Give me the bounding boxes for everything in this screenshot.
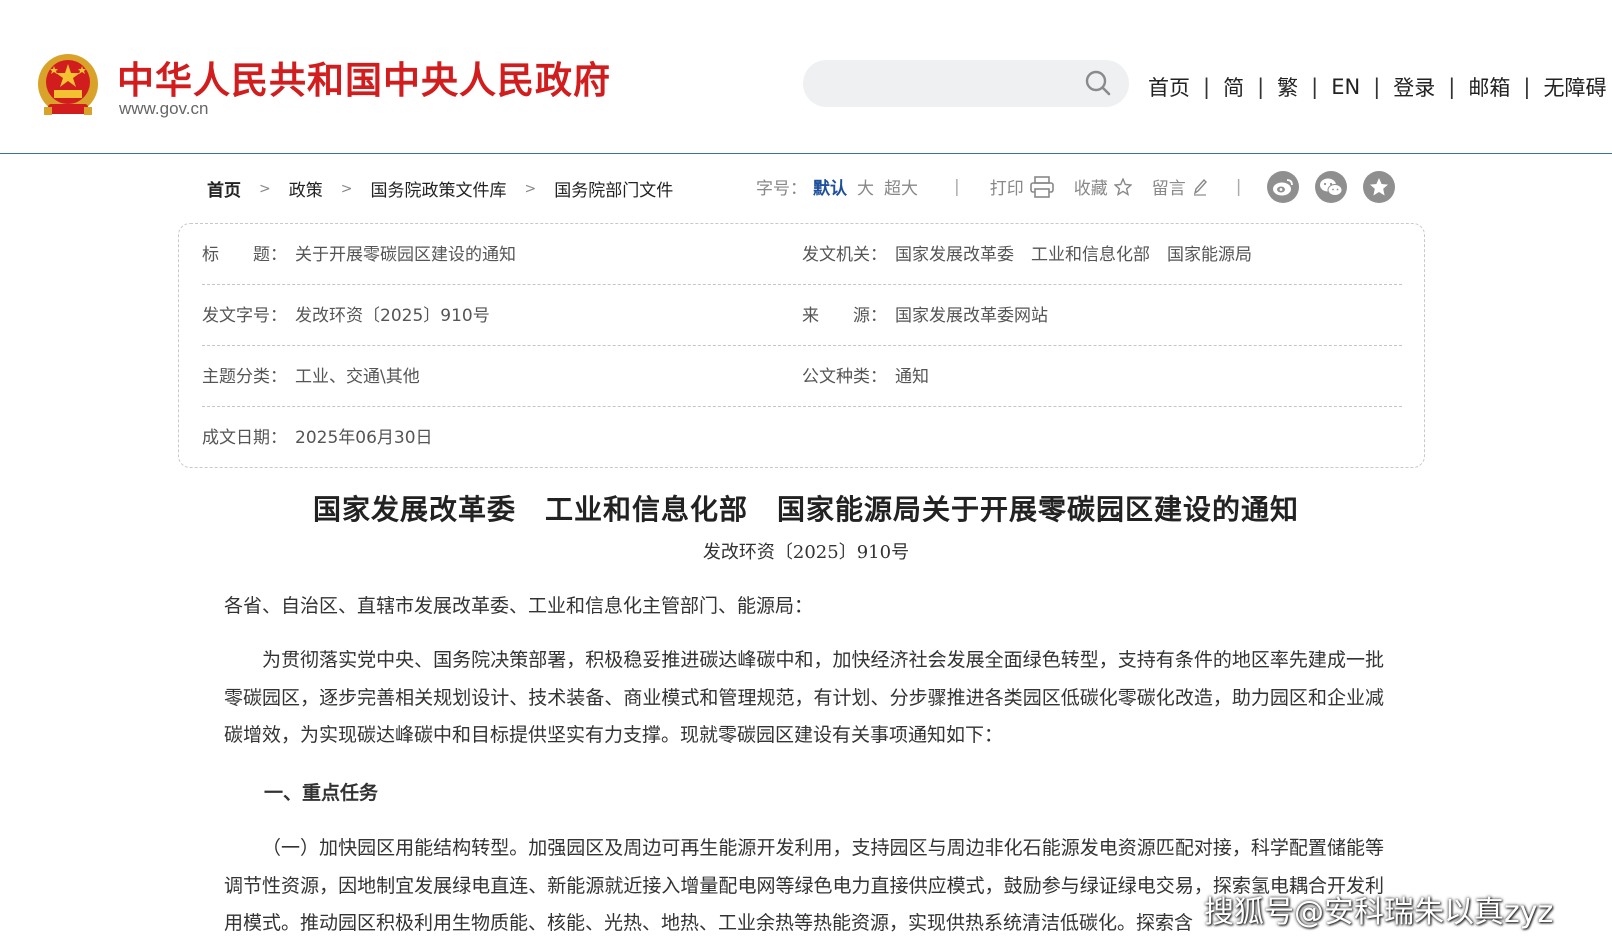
info-title-value: 关于开展零碳园区建设的通知: [295, 245, 516, 265]
info-issuer: 发文机关： 国家发展改革委 工业和信息化部 国家能源局: [802, 240, 1252, 265]
search-icon[interactable]: [1085, 70, 1111, 96]
favorite-label: 收藏: [1073, 179, 1108, 199]
info-title: 标 题： 关于开展零碳园区建设的通知: [202, 240, 516, 265]
info-date-label: 成文日期：: [202, 428, 287, 448]
site-title[interactable]: 中华人民共和国中央人民政府: [117, 50, 611, 104]
chevron-right-icon: >: [340, 180, 353, 197]
info-date: 成文日期： 2025年06月30日: [202, 423, 433, 448]
info-category: 主题分类： 工业、交通\其他: [202, 362, 420, 387]
article-doc-number: 发改环资〔2025〕910号: [702, 542, 910, 563]
info-source-label: 来 源：: [802, 306, 887, 326]
print-label: 打印: [989, 179, 1024, 199]
site-header: 中华人民共和国中央人民政府 www.gov.cn 首页 | 简 | 繁 | EN…: [0, 0, 1612, 154]
search-box: [803, 60, 1129, 107]
nav-home[interactable]: 首页: [1148, 72, 1190, 102]
font-size-xlarge[interactable]: 超大: [884, 174, 918, 199]
info-doc-number-value: 发改环资〔2025〕910号: [295, 306, 490, 326]
wechat-icon: [1320, 178, 1343, 196]
article-section-heading: 一、重点任务: [264, 782, 379, 804]
top-nav: 首页 | 简 | 繁 | EN | 登录 | 邮箱 | 无障碍: [1148, 72, 1606, 102]
info-doc-type: 公文种类： 通知: [802, 362, 929, 387]
wechat-share-button[interactable]: [1315, 171, 1347, 203]
favorite-button[interactable]: 收藏: [1074, 174, 1132, 199]
breadcrumb-home[interactable]: 首页: [207, 176, 241, 201]
info-row: 主题分类： 工业、交通\其他 公文种类： 通知: [202, 346, 1402, 407]
article-title: 国家发展改革委 工业和信息化部 国家能源局关于开展零碳园区建设的通知: [312, 493, 1299, 526]
weibo-icon: [1273, 179, 1293, 196]
nav-separator: |: [1257, 75, 1265, 99]
info-row: 标 题： 关于开展零碳园区建设的通知 发文机关： 国家发展改革委 工业和信息化部 国…: [202, 224, 1402, 285]
nav-traditional[interactable]: 繁: [1277, 72, 1298, 102]
star-icon: [1113, 177, 1132, 196]
nav-separator: |: [1311, 75, 1319, 99]
nav-separator: |: [1373, 75, 1381, 99]
info-issuer-value: 国家发展改革委 工业和信息化部 国家能源局: [895, 245, 1252, 265]
nav-login[interactable]: 登录: [1393, 72, 1435, 102]
info-doc-number: 发文字号： 发改环资〔2025〕910号: [202, 301, 490, 326]
nav-separator: |: [1523, 75, 1531, 99]
comment-label: 留言: [1151, 179, 1186, 199]
info-category-value: 工业、交通\其他: [295, 367, 420, 387]
info-title-label: 标 题：: [202, 245, 287, 265]
article-paragraph: 为贯彻落实党中央、国务院决策部署，积极稳妥推进碳达峰碳中和，加快经济社会发展全面…: [224, 649, 1384, 746]
nav-simplified[interactable]: 简: [1223, 72, 1244, 102]
breadcrumb-policy[interactable]: 政策: [289, 176, 323, 201]
font-size-label: 字号：: [756, 179, 807, 199]
nav-separator: |: [1448, 75, 1456, 99]
info-doc-number-label: 发文字号：: [202, 306, 287, 326]
article-addressees: 各省、自治区、直辖市发展改革委、工业和信息化主管部门、能源局：: [224, 595, 814, 617]
site-url: www.gov.cn: [119, 99, 209, 118]
weibo-share-button[interactable]: [1267, 171, 1299, 203]
document-info-panel: 标 题： 关于开展零碳园区建设的通知 发文机关： 国家发展改革委 工业和信息化部 国…: [178, 223, 1425, 468]
toolbar-divider: |: [1235, 176, 1242, 197]
nav-separator: |: [1203, 75, 1211, 99]
breadcrumb-department-docs[interactable]: 国务院部门文件: [554, 176, 673, 201]
printer-icon: [1029, 175, 1054, 198]
chevron-right-icon: >: [259, 180, 271, 197]
nav-english[interactable]: EN: [1331, 75, 1360, 99]
article-toolbar: 字号： 默认 大 超大 | 打印 收藏 留言 |: [756, 174, 1271, 199]
info-row: 成文日期： 2025年06月30日: [202, 407, 1402, 468]
nav-mailbox[interactable]: 邮箱: [1468, 72, 1510, 102]
toolbar-divider: |: [954, 176, 960, 197]
info-row: 发文字号： 发改环资〔2025〕910号 来 源： 国家发展改革委网站: [202, 285, 1402, 346]
font-size-large[interactable]: 大: [857, 174, 874, 199]
info-source-value: 国家发展改革委网站: [895, 306, 1048, 326]
info-doc-type-value: 通知: [895, 367, 929, 387]
breadcrumb: 首页 > 政策 > 国务院政策文件库 > 国务院部门文件: [207, 176, 673, 202]
info-source: 来 源： 国家发展改革委网站: [802, 301, 1048, 326]
info-issuer-label: 发文机关：: [802, 245, 887, 265]
font-size-default[interactable]: 默认: [813, 174, 847, 199]
national-emblem-icon[interactable]: [36, 52, 100, 120]
info-category-label: 主题分类：: [202, 367, 287, 387]
comment-button[interactable]: 留言: [1152, 174, 1208, 199]
nav-accessibility[interactable]: 无障碍: [1543, 72, 1606, 102]
watermark: 搜狐号@安科瑞朱以真zyz: [1204, 895, 1554, 930]
search-input[interactable]: [825, 70, 1065, 98]
chevron-right-icon: >: [524, 180, 537, 197]
pencil-icon: [1193, 178, 1207, 196]
star-badge-icon: [1370, 178, 1388, 196]
favorite-share-button[interactable]: [1363, 171, 1395, 203]
print-button[interactable]: 打印: [990, 174, 1054, 199]
breadcrumb-policy-library[interactable]: 国务院政策文件库: [370, 176, 506, 201]
info-doc-type-label: 公文种类：: [802, 367, 887, 387]
info-date-value: 2025年06月30日: [295, 428, 433, 448]
